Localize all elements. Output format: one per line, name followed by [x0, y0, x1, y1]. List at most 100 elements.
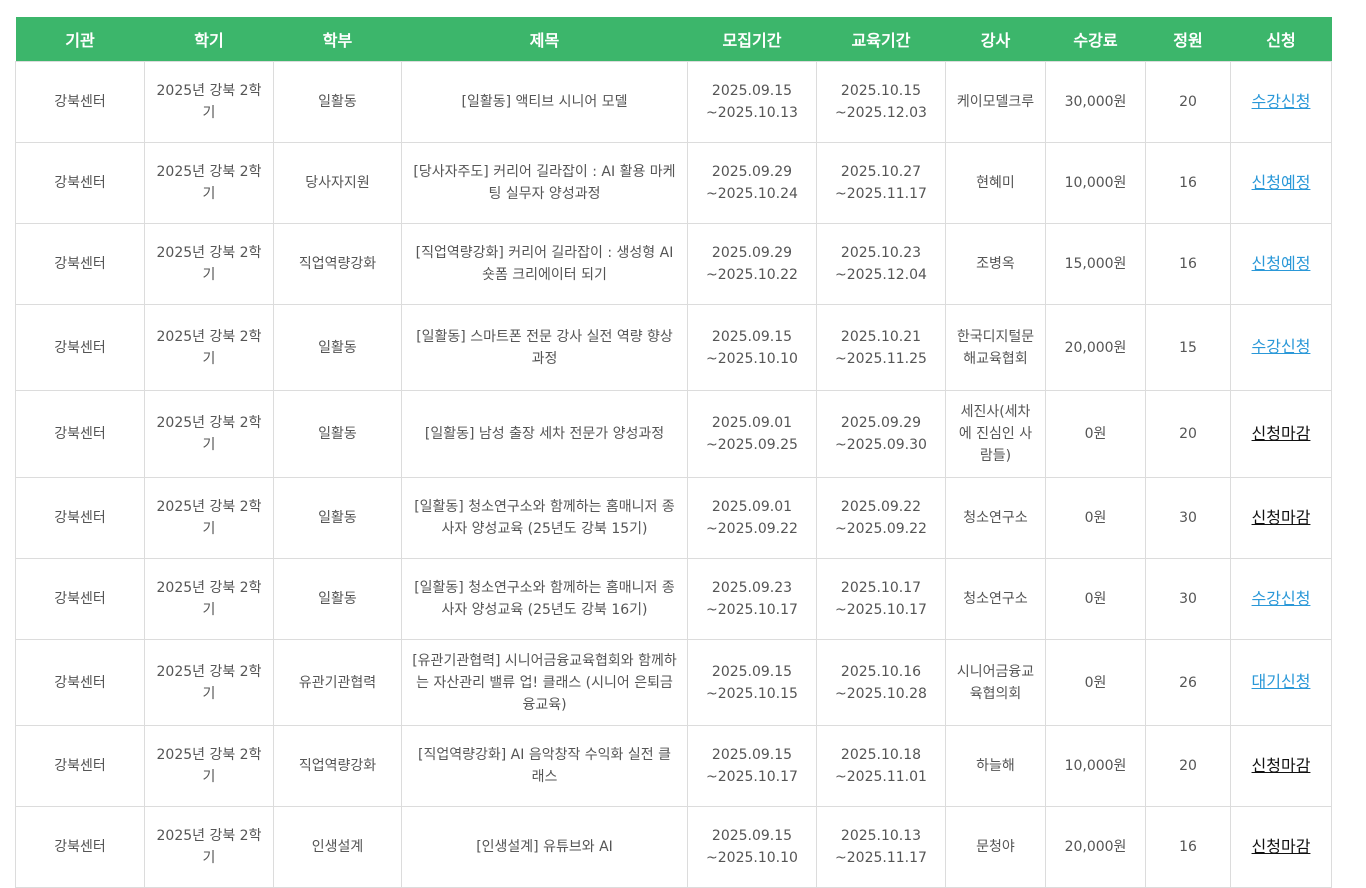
cell-recruit-period: 2025.09.01 ~2025.09.22: [687, 477, 817, 559]
cell-apply: 신청마감: [1230, 806, 1332, 888]
apply-link[interactable]: 신청마감: [1252, 837, 1311, 856]
table-row: 강북센터 2025년 강북 2학기 당사자지원 [당사자주도] 커리어 길라잡이 : …: [15, 142, 1332, 224]
apply-link[interactable]: 신청예정: [1252, 173, 1311, 192]
edu-end: ~2025.12.03: [835, 105, 927, 121]
cell-term: 2025년 강북 2학기: [144, 223, 274, 305]
cell-apply: 수강신청: [1230, 558, 1332, 640]
cell-dept: 인생설계: [273, 806, 402, 888]
cell-title: [일활동] 액티브 시니어 모델: [401, 61, 688, 143]
edu-start: 2025.09.22: [840, 499, 922, 515]
apply-link[interactable]: 수강신청: [1252, 589, 1311, 608]
recruit-start: 2025.09.15: [711, 828, 793, 844]
cell-capacity: 16: [1145, 806, 1231, 888]
cell-org: 강북센터: [15, 390, 145, 478]
cell-title: [직업역량강화] AI 음악창작 수익화 실전 클래스: [401, 725, 688, 807]
cell-org: 강북센터: [15, 142, 145, 224]
table-row: 강북센터 2025년 강북 2학기 일활동 [일활동] 청소연구소와 함께하는 홈매니…: [15, 477, 1332, 559]
cell-capacity: 20: [1145, 725, 1231, 807]
header-term: 학기: [144, 17, 274, 62]
recruit-start: 2025.09.15: [711, 663, 793, 680]
table-row: 강북센터 2025년 강북 2학기 직업역량강화 [직업역량강화] 커리어 길라잡이 …: [15, 223, 1332, 305]
cell-edu-period: 2025.10.23 ~2025.12.04: [816, 223, 946, 305]
edu-start: 2025.10.23: [840, 245, 922, 261]
cell-apply: 신청예정: [1230, 142, 1332, 224]
cell-term: 2025년 강북 2학기: [144, 725, 274, 807]
cell-capacity: 20: [1145, 390, 1231, 478]
cell-dept: 직업역량강화: [273, 725, 402, 807]
cell-capacity: 20: [1145, 61, 1231, 143]
edu-end: ~2025.12.04: [835, 267, 927, 283]
cell-fee: 15,000원: [1045, 223, 1146, 305]
cell-capacity: 30: [1145, 477, 1231, 559]
edu-start: 2025.10.13: [840, 828, 922, 844]
cell-term: 2025년 강북 2학기: [144, 304, 274, 391]
recruit-end: ~2025.10.15: [706, 685, 798, 702]
cell-recruit-period: 2025.09.15 ~2025.10.17: [687, 725, 817, 807]
apply-link[interactable]: 신청예정: [1252, 254, 1311, 273]
table-row: 강북센터 2025년 강북 2학기 직업역량강화 [직업역량강화] AI 음악창작 수…: [15, 725, 1332, 807]
apply-link[interactable]: 신청마감: [1252, 756, 1311, 775]
cell-edu-period: 2025.10.15 ~2025.12.03: [816, 61, 946, 143]
cell-capacity: 26: [1145, 639, 1231, 726]
cell-instructor: 한국디지털문해교육협회: [945, 304, 1046, 391]
recruit-end: ~2025.10.17: [706, 602, 798, 618]
edu-start: 2025.10.27: [840, 164, 922, 180]
header-edu-period: 교육기간: [816, 17, 946, 62]
edu-end: ~2025.09.22: [835, 521, 927, 537]
apply-link[interactable]: 수강신청: [1252, 92, 1311, 111]
cell-title: [당사자주도] 커리어 길라잡이 : AI 활용 마케팅 실무자 양성과정: [401, 142, 688, 224]
cell-edu-period: 2025.10.27 ~2025.11.17: [816, 142, 946, 224]
cell-capacity: 30: [1145, 558, 1231, 640]
apply-link[interactable]: 수강신청: [1252, 337, 1311, 356]
cell-title: [유관기관협력] 시니어금융교육협회와 함께하는 자산관리 밸류 업! 클래스 …: [401, 639, 688, 726]
cell-term: 2025년 강북 2학기: [144, 558, 274, 640]
cell-dept: 일활동: [273, 477, 402, 559]
cell-apply: 신청마감: [1230, 390, 1332, 478]
cell-title: [일활동] 남성 출장 세차 전문가 양성과정: [401, 390, 688, 478]
apply-link[interactable]: 신청마감: [1252, 508, 1311, 527]
cell-instructor: 세진사(세차에 진심인 사람들): [945, 390, 1046, 478]
edu-end: ~2025.09.30: [835, 437, 927, 453]
recruit-end: ~2025.10.24: [706, 186, 798, 202]
cell-fee: 0원: [1045, 477, 1146, 559]
apply-link[interactable]: 대기신청: [1252, 672, 1311, 691]
edu-start: 2025.09.29: [840, 415, 922, 431]
cell-apply: 대기신청: [1230, 639, 1332, 726]
recruit-end: ~2025.09.22: [706, 521, 798, 537]
recruit-start: 2025.09.01: [711, 415, 793, 431]
header-capacity: 정원: [1145, 17, 1231, 62]
cell-edu-period: 2025.10.18 ~2025.11.01: [816, 725, 946, 807]
cell-apply: 수강신청: [1230, 61, 1332, 143]
cell-instructor: 하늘해: [945, 725, 1046, 807]
recruit-start: 2025.09.29: [711, 164, 793, 180]
cell-org: 강북센터: [15, 558, 145, 640]
cell-dept: 직업역량강화: [273, 223, 402, 305]
edu-end: ~2025.11.17: [835, 186, 927, 202]
header-instructor: 강사: [945, 17, 1046, 62]
cell-org: 강북센터: [15, 477, 145, 559]
cell-edu-period: 2025.10.13 ~2025.11.17: [816, 806, 946, 888]
recruit-start: 2025.09.15: [711, 747, 793, 763]
cell-title: [일활동] 스마트폰 전문 강사 실전 역량 향상 과정: [401, 304, 688, 391]
edu-start: 2025.10.15: [840, 83, 922, 99]
cell-recruit-period: 2025.09.29 ~2025.10.24: [687, 142, 817, 224]
table-row: 강북센터 2025년 강북 2학기 유관기관협력 [유관기관협력] 시니어금융교육협회…: [15, 639, 1332, 726]
table-row: 강북센터 2025년 강북 2학기 일활동 [일활동] 액티브 시니어 모델 2025.…: [15, 61, 1332, 143]
cell-recruit-period: 2025.09.15 ~2025.10.13: [687, 61, 817, 143]
recruit-start: 2025.09.15: [711, 328, 793, 345]
cell-instructor: 조병옥: [945, 223, 1046, 305]
cell-term: 2025년 강북 2학기: [144, 477, 274, 559]
cell-title: [일활동] 청소연구소와 함께하는 홈매니저 종사자 양성교육 (25년도 강북…: [401, 477, 688, 559]
recruit-start: 2025.09.15: [711, 83, 793, 99]
recruit-end: ~2025.10.13: [706, 105, 798, 121]
apply-link[interactable]: 신청마감: [1252, 424, 1311, 443]
cell-dept: 일활동: [273, 304, 402, 391]
table-row: 강북센터 2025년 강북 2학기 일활동 [일활동] 남성 출장 세차 전문가 양성…: [15, 390, 1332, 478]
cell-edu-period: 2025.09.29 ~2025.09.30: [816, 390, 946, 478]
cell-edu-period: 2025.10.21 ~2025.11.25: [816, 304, 946, 391]
cell-org: 강북센터: [15, 304, 145, 391]
recruit-end: ~2025.10.22: [706, 267, 798, 283]
cell-apply: 신청예정: [1230, 223, 1332, 305]
header-apply: 신청: [1230, 17, 1332, 62]
cell-instructor: 케이모델크루: [945, 61, 1046, 143]
